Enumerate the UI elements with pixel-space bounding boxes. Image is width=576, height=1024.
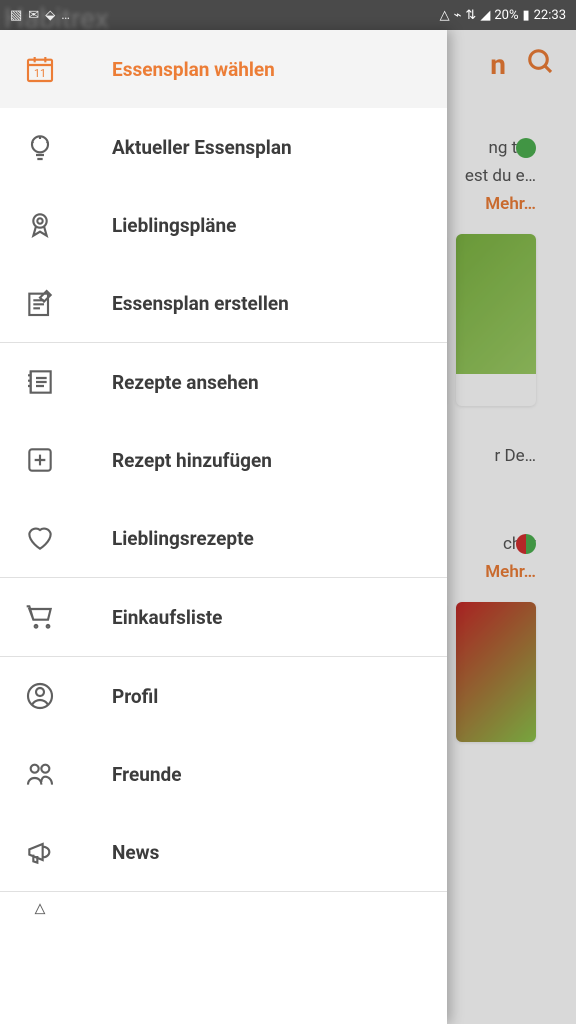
signal-icon: ◢ xyxy=(480,8,490,23)
users-icon xyxy=(24,758,56,790)
nav-item-shopping-list[interactable]: Einkaufsliste xyxy=(0,578,447,656)
more-icon: … xyxy=(61,8,70,23)
nav-item-news[interactable]: News xyxy=(0,813,447,891)
nav-label: Rezepte ansehen xyxy=(112,371,259,394)
nav-label: Rezept hinzufügen xyxy=(112,449,272,472)
notification-icon: ⬙ xyxy=(45,8,55,23)
calendar-icon: 11 xyxy=(24,53,56,85)
nav-label: Essensplan wählen xyxy=(112,58,275,81)
edit-note-icon xyxy=(24,287,56,319)
clock: 22:33 xyxy=(534,8,566,23)
nav-item-favorite-plans[interactable]: Lieblingspläne xyxy=(0,186,447,264)
bg-header-letter: n xyxy=(490,48,506,81)
mail-icon: ✉ xyxy=(28,8,39,23)
nav-item-partial[interactable] xyxy=(0,892,447,917)
nav-item-current-mealplan[interactable]: Aktueller Essensplan xyxy=(0,108,447,186)
nav-label: Essensplan erstellen xyxy=(112,292,289,315)
nav-label: Freunde xyxy=(112,763,181,786)
gallery-icon: ▧ xyxy=(10,8,22,23)
nav-label: Profil xyxy=(112,685,158,708)
cart-icon xyxy=(24,601,56,633)
nav-label: Aktueller Essensplan xyxy=(112,136,292,159)
nav-item-choose-mealplan[interactable]: 11 Essensplan wählen xyxy=(0,30,447,108)
triangle-icon: △ xyxy=(440,8,450,23)
nav-label: Lieblingspläne xyxy=(112,214,236,237)
heart-icon xyxy=(24,522,56,554)
nav-item-favorite-recipes[interactable]: Lieblingsrezepte xyxy=(0,499,447,577)
recipe-card[interactable] xyxy=(456,234,536,406)
nav-item-friends[interactable]: Freunde xyxy=(0,735,447,813)
ribbon-icon xyxy=(24,209,56,241)
book-icon xyxy=(24,366,56,398)
status-dot-green xyxy=(516,138,536,158)
battery-pct: 20% xyxy=(494,8,518,23)
nav-item-profile[interactable]: Profil xyxy=(0,657,447,735)
nav-label: Lieblingsrezepte xyxy=(112,527,254,550)
nav-item-add-recipe[interactable]: Rezept hinzufügen xyxy=(0,421,447,499)
user-circle-icon xyxy=(24,680,56,712)
status-dot-split xyxy=(516,534,536,554)
plus-square-icon xyxy=(24,444,56,476)
status-bar: ▧ ✉ ⬙ … △ ⌁ ⇅ ◢ 20% ▮ 22:33 xyxy=(0,0,576,30)
lightbulb-icon xyxy=(24,131,56,163)
nav-label: Einkaufsliste xyxy=(112,606,222,629)
nav-item-create-mealplan[interactable]: Essensplan erstellen xyxy=(0,264,447,342)
wifi-icon: ⇅ xyxy=(465,8,476,23)
navigation-drawer: 11 Essensplan wählen Aktueller Essenspla… xyxy=(0,30,447,1024)
bluetooth-icon: ⌁ xyxy=(454,8,462,23)
megaphone-icon xyxy=(24,836,56,868)
battery-icon: ▮ xyxy=(522,8,529,23)
nav-item-view-recipes[interactable]: Rezepte ansehen xyxy=(0,343,447,421)
recipe-card[interactable] xyxy=(456,602,536,742)
search-icon[interactable] xyxy=(526,47,556,81)
nav-label: News xyxy=(112,841,159,864)
svg-text:11: 11 xyxy=(34,67,46,80)
triangle-icon xyxy=(24,902,56,916)
